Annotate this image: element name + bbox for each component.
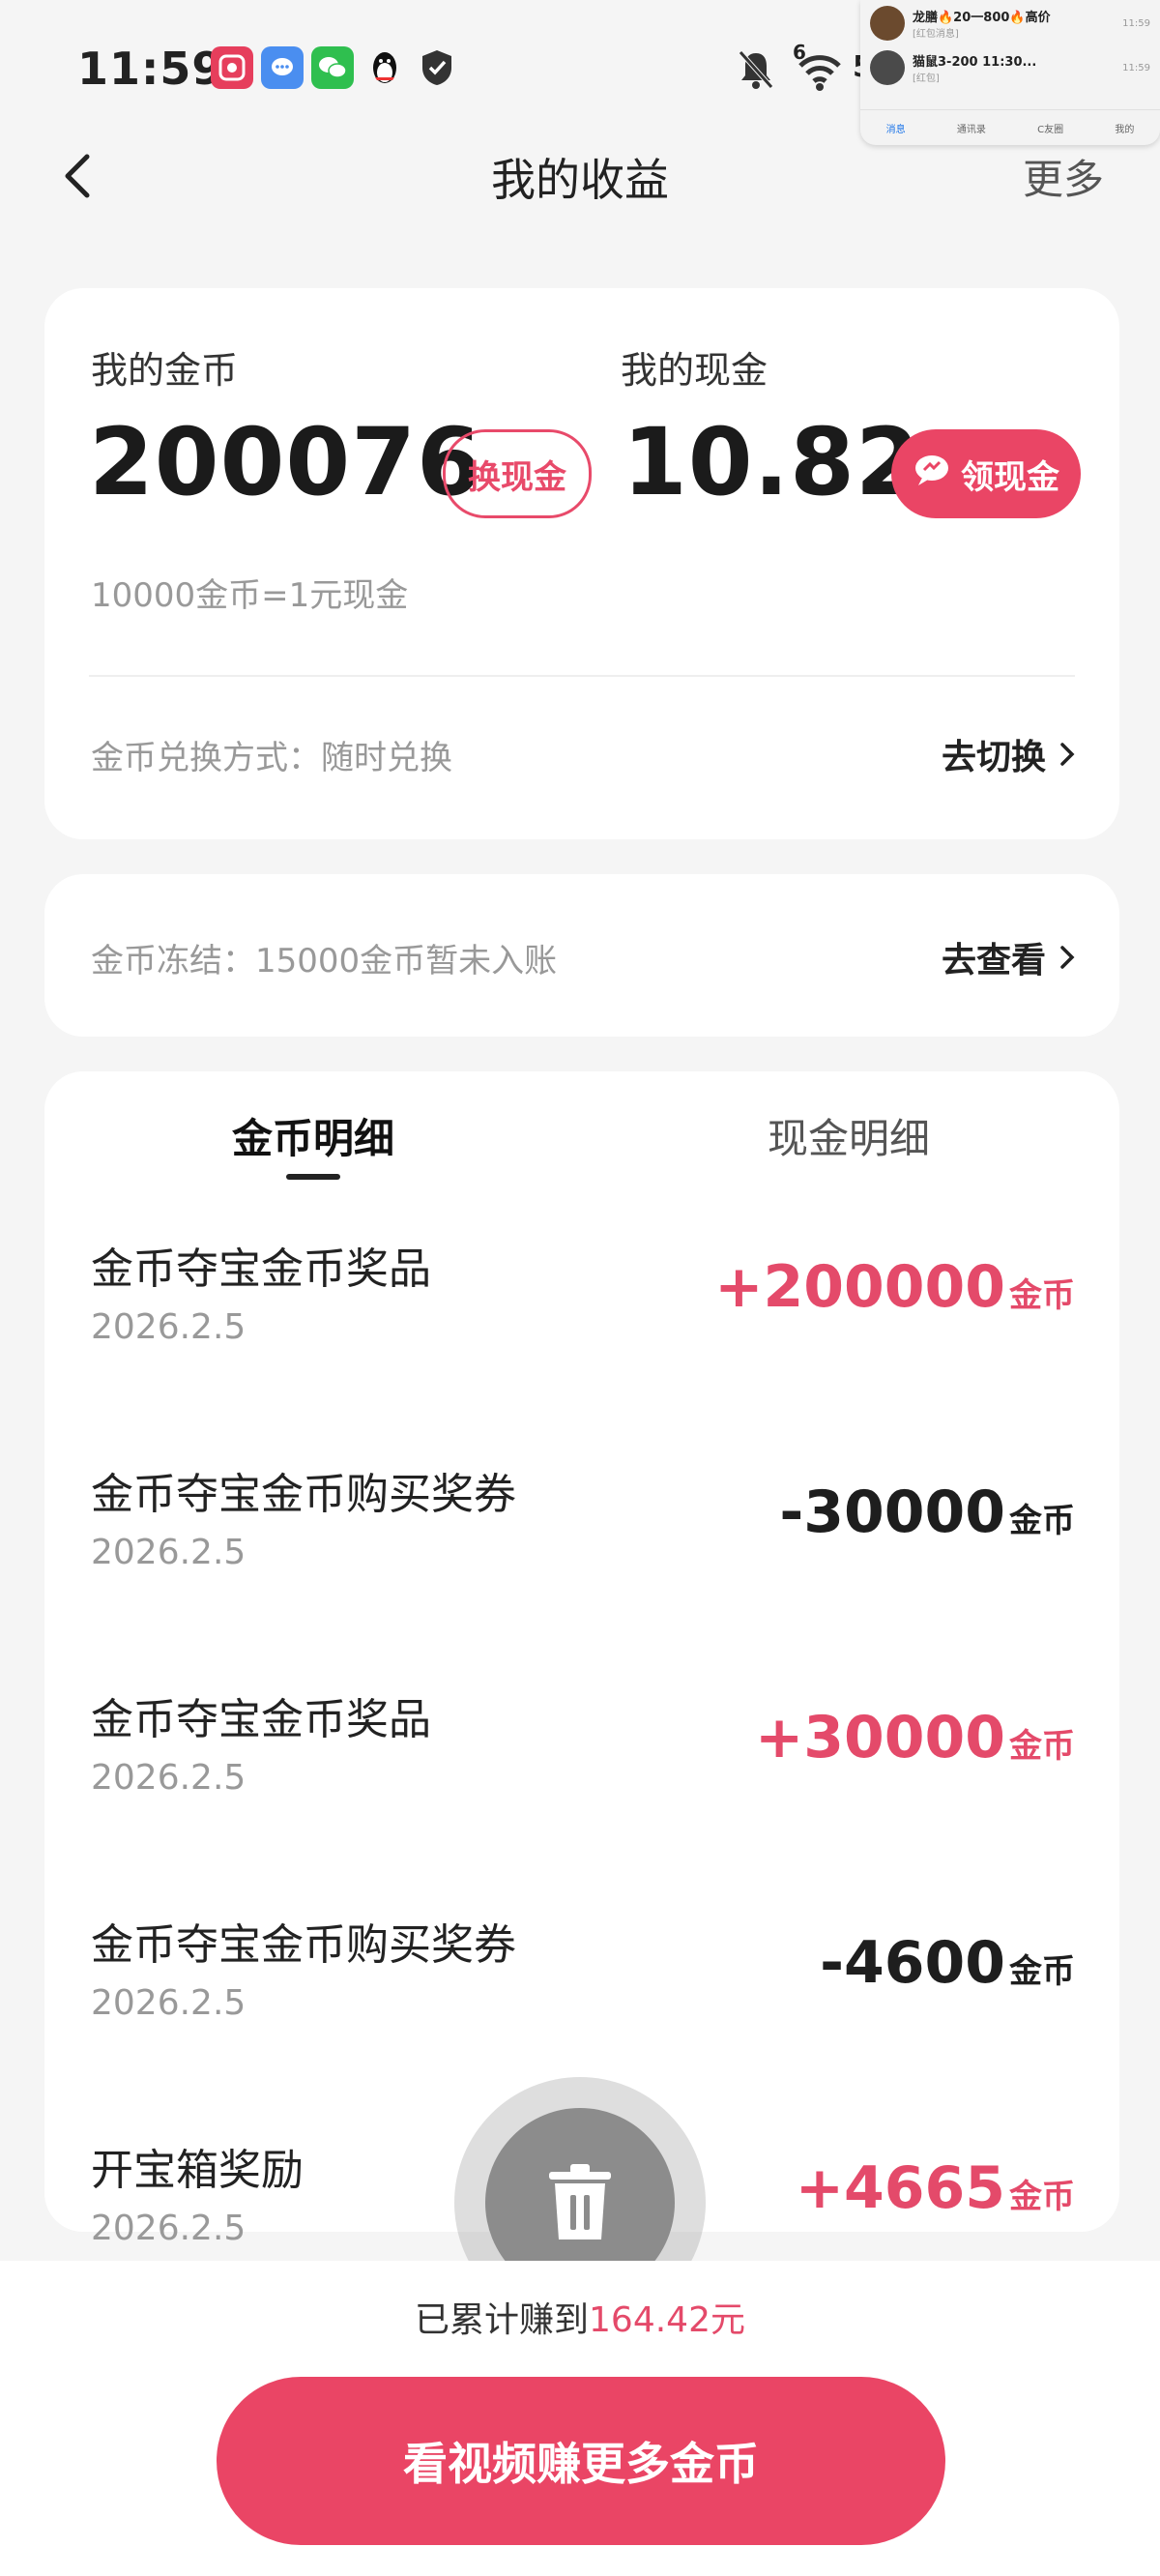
record-title: 金币夺宝金币奖品 <box>91 1244 431 1294</box>
notification-sub: [红包消息] <box>913 29 959 40</box>
view-frozen-label: 去查看 <box>941 941 1046 981</box>
notification-title: 龙膳🔥20一800🔥高价 <box>913 11 1051 25</box>
amount-value: +30000 <box>754 1704 1005 1771</box>
watch-video-button[interactable]: 看视频赚更多金币 <box>217 2377 945 2545</box>
record-amount: -4600 金币 <box>820 1929 1075 1997</box>
rate-hint: 10000金币=1元现金 <box>91 576 409 615</box>
chat-bubble-icon <box>913 453 951 496</box>
details-card: 金币明细 现金明细 金币夺宝金币奖品 2026.2.5 +200000 金币 金币夺宝金… <box>44 1071 1119 2248</box>
withdraw-cash-button[interactable]: 领现金 <box>891 429 1081 518</box>
notif-tab-contacts[interactable]: 通讯录 <box>957 121 986 135</box>
record-title: 金币夺宝金币购买奖券 <box>91 1470 516 1519</box>
amount-unit: 金币 <box>1009 1952 1075 1991</box>
cash-value: 10.82 <box>623 408 921 516</box>
amount-value: +200000 <box>714 1253 1005 1321</box>
notification-time: 11:59 <box>1122 62 1150 73</box>
record-amount: -30000 金币 <box>779 1478 1075 1546</box>
withdraw-label: 领现金 <box>961 457 1059 497</box>
wechat-icon <box>311 46 354 89</box>
trash-icon <box>549 2164 611 2239</box>
record-amount: +30000 金币 <box>755 1704 1075 1771</box>
frozen-text: 金币冻结：15000金币暂未入账 <box>91 942 558 981</box>
notif-tab-me[interactable]: 我的 <box>1115 121 1134 135</box>
earnings-summary-card: 我的金币 200076 换现金 我的现金 10.82 领现金 10000金币=1… <box>44 288 1119 839</box>
earned-summary: 已累计赚到164.42元 <box>0 2292 1160 2342</box>
qq-penguin-icon <box>363 46 406 89</box>
tab-cash-detail[interactable]: 现金明细 <box>655 1106 1042 1165</box>
video-app-icon <box>211 46 253 89</box>
amount-unit: 金币 <box>1009 1502 1075 1540</box>
notification-row[interactable]: 猫鼠3-200 11:30... [红包] 11:59 <box>870 48 1150 87</box>
notification-tabs: 消息 通讯录 C友圈 我的 <box>860 109 1160 145</box>
notification-sub: [红包] <box>913 73 940 84</box>
page-title: 我的收益 <box>491 154 669 206</box>
notification-time: 11:59 <box>1122 17 1150 29</box>
frozen-coins-card[interactable]: 金币冻结：15000金币暂未入账 去查看 <box>44 874 1119 1037</box>
notification-panel[interactable]: 龙膳🔥20一800🔥高价 [红包消息] 11:59 猫鼠3-200 11:30.… <box>860 0 1160 145</box>
switch-mode-label: 去切换 <box>941 738 1046 777</box>
more-button[interactable]: 更多 <box>1023 147 1104 206</box>
amount-unit: 金币 <box>1009 2178 1075 2216</box>
coins-value: 200076 <box>89 408 482 516</box>
wifi-icon: 6 <box>793 41 847 93</box>
status-time: 11:59 <box>77 43 224 95</box>
divider <box>89 675 1075 677</box>
wifi-sup: 6 <box>793 41 806 64</box>
record-amount: +200000 金币 <box>714 1253 1075 1321</box>
bell-off-icon <box>737 48 775 91</box>
amount-value: -30000 <box>779 1478 1005 1546</box>
record-date: 2026.2.5 <box>91 1983 246 2023</box>
chevron-right-icon <box>1060 946 1075 969</box>
record-amount: +4665 金币 <box>796 2154 1075 2222</box>
amount-unit: 金币 <box>1009 1727 1075 1766</box>
list-item[interactable]: 金币夺宝金币奖品 2026.2.5 +200000 金币 <box>44 1234 1119 1427</box>
record-title: 开宝箱奖励 <box>91 2146 304 2195</box>
record-date: 2026.2.5 <box>91 1307 246 1347</box>
chevron-right-icon <box>1060 743 1075 766</box>
notification-row[interactable]: 龙膳🔥20一800🔥高价 [红包消息] 11:59 <box>870 4 1150 43</box>
exchange-mode-label: 金币兑换方式：随时兑换 <box>91 739 452 777</box>
list-item[interactable]: 金币夺宝金币购买奖券 2026.2.5 -4600 金币 <box>44 1910 1119 2103</box>
shield-check-icon <box>416 46 458 89</box>
notif-tab-messages[interactable]: 消息 <box>886 121 906 135</box>
earned-value: 164.42元 <box>589 2300 745 2340</box>
list-item[interactable]: 金币夺宝金币奖品 2026.2.5 +30000 金币 <box>44 1684 1119 1878</box>
record-date: 2026.2.5 <box>91 1533 246 1572</box>
tab-coin-detail[interactable]: 金币明细 <box>120 1106 507 1165</box>
record-date: 2026.2.5 <box>91 1758 246 1798</box>
notif-tab-moments[interactable]: C友圈 <box>1037 121 1063 135</box>
earned-prefix: 已累计赚到 <box>415 2300 590 2340</box>
exchange-cash-button[interactable]: 换现金 <box>443 429 592 518</box>
chat-bubble-icon <box>261 46 304 89</box>
switch-mode-link[interactable]: 去切换 <box>942 729 1075 779</box>
record-title: 金币夺宝金币购买奖券 <box>91 1920 516 1970</box>
record-date: 2026.2.5 <box>91 2209 246 2248</box>
cash-label: 我的现金 <box>621 349 768 392</box>
amount-value: +4665 <box>795 2154 1005 2222</box>
avatar <box>870 50 905 85</box>
amount-unit: 金币 <box>1009 1276 1075 1315</box>
notification-title: 猫鼠3-200 11:30... <box>913 55 1037 70</box>
avatar <box>870 6 905 41</box>
view-frozen-link[interactable]: 去查看 <box>942 932 1075 982</box>
list-item[interactable]: 金币夺宝金币购买奖券 2026.2.5 -30000 金币 <box>44 1459 1119 1653</box>
coins-label: 我的金币 <box>91 349 239 392</box>
tab-underline <box>286 1174 340 1180</box>
amount-value: -4600 <box>820 1929 1005 1997</box>
record-title: 金币夺宝金币奖品 <box>91 1695 431 1744</box>
